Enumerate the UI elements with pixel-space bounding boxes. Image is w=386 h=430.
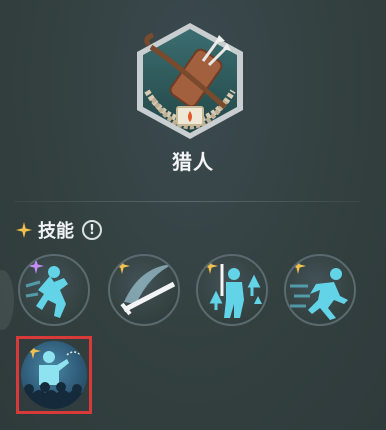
skill-attack-up-buff-button[interactable] — [196, 254, 268, 326]
skills-label: 技能 — [38, 221, 74, 242]
sparkle-icon — [16, 222, 32, 238]
skill-dash-sprint-button[interactable] — [284, 254, 356, 326]
class-emblem — [133, 21, 247, 141]
skill-crowd-command-button[interactable] — [21, 341, 87, 409]
skills-section-header: 技能 ! — [16, 216, 102, 244]
section-divider — [14, 201, 360, 202]
class-name-title: 猎人 — [172, 150, 214, 174]
skill-ninja-throwing-star-button[interactable] — [18, 254, 90, 326]
skill-sword-slash-button[interactable] — [108, 254, 180, 326]
info-icon[interactable]: ! — [82, 220, 102, 240]
info-icon-glyph: ! — [89, 222, 95, 238]
sparkle-icon — [28, 258, 44, 274]
sparkle-icon — [114, 258, 130, 274]
sparkle-icon — [290, 258, 306, 274]
sparkle-icon — [25, 343, 41, 359]
offscreen-edge-glow — [0, 270, 14, 330]
bow-and-quiver-emblem-icon — [137, 23, 243, 139]
sparkle-icon — [202, 258, 218, 274]
